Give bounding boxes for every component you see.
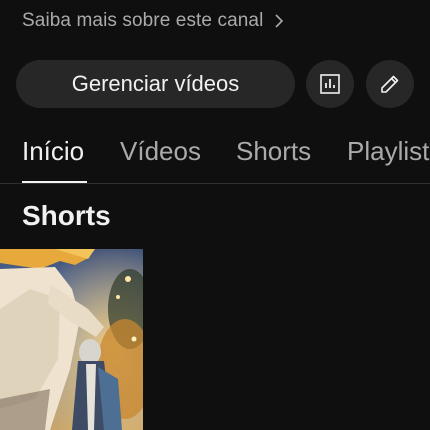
- active-tab-indicator: [22, 181, 87, 183]
- short-thumbnail-image: [0, 249, 143, 430]
- channel-tabs: Início Vídeos Shorts Playlists: [0, 126, 430, 184]
- pencil-icon: [381, 75, 399, 93]
- learn-more-label: Saiba mais sobre este canal: [22, 10, 264, 31]
- edit-channel-button[interactable]: [366, 60, 414, 108]
- analytics-icon: [320, 74, 340, 94]
- manage-videos-button[interactable]: Gerenciar vídeos: [16, 60, 295, 108]
- analytics-button[interactable]: [306, 60, 354, 108]
- learn-more-link[interactable]: Saiba mais sobre este canal: [22, 8, 285, 34]
- chevron-right-icon: [275, 14, 284, 28]
- tab-inicio[interactable]: Início: [22, 136, 84, 167]
- tab-playlists[interactable]: Playlists: [347, 136, 430, 167]
- tab-shorts[interactable]: Shorts: [236, 136, 311, 167]
- short-thumbnail[interactable]: [0, 249, 143, 430]
- manage-videos-label: Gerenciar vídeos: [71, 71, 240, 96]
- section-title: Shorts: [22, 200, 111, 231]
- tab-videos[interactable]: Vídeos: [120, 136, 201, 167]
